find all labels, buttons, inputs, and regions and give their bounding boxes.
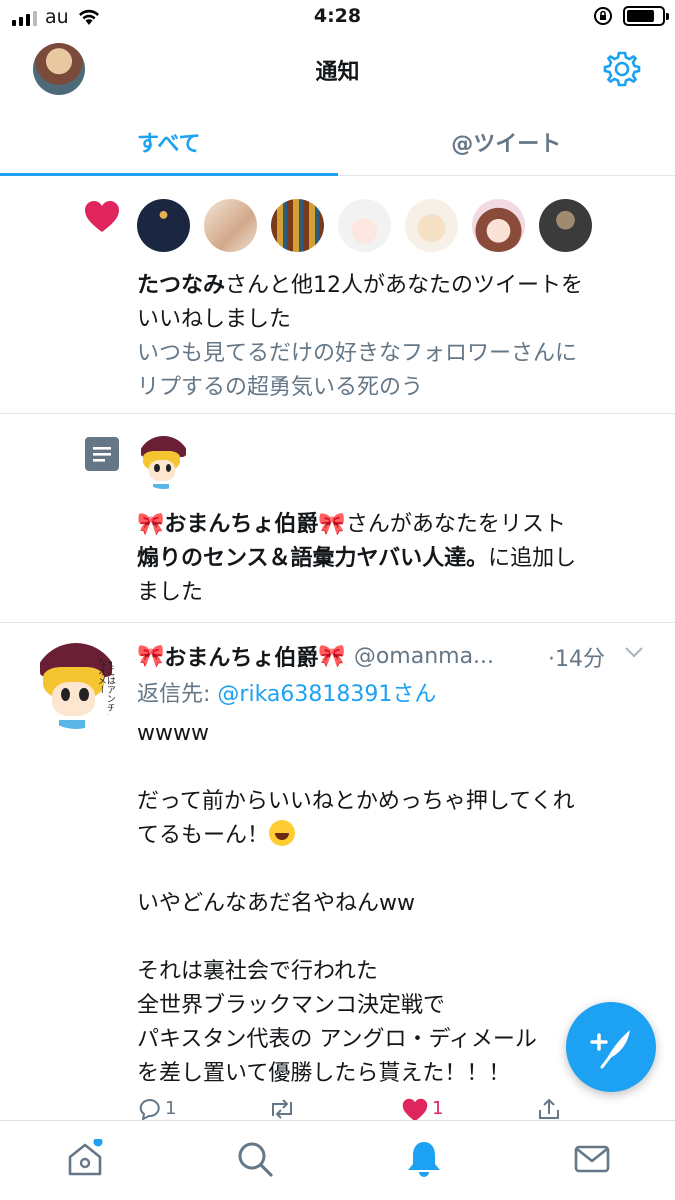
- clock: 4:28: [313, 5, 362, 27]
- tweet-timestamp: ·14分: [548, 647, 605, 672]
- retweet-icon: [272, 1099, 292, 1119]
- home-icon[interactable]: [65, 1139, 105, 1179]
- bottom-tab-bar: [0, 1120, 675, 1200]
- display-name: おまんちょ伯爵: [164, 646, 319, 671]
- avatar[interactable]: [271, 199, 324, 252]
- compose-tweet-button[interactable]: [566, 1002, 656, 1092]
- like-button[interactable]: 1: [402, 1098, 537, 1120]
- compose-icon: [590, 1030, 630, 1069]
- tweet-author[interactable]: 🎀 おまんちょ伯爵 🎀 @omanma...: [137, 640, 494, 672]
- search-icon[interactable]: [235, 1139, 275, 1179]
- battery-icon: [623, 6, 669, 26]
- page-title: 通知: [315, 60, 360, 85]
- liked-tweet-preview: いつも見てるだけの好きなフォロワーさんに: [137, 341, 578, 366]
- list-name[interactable]: 煽りのセンス＆語彙力ヤバい人達。: [137, 546, 488, 571]
- avatar[interactable]: [137, 199, 190, 252]
- list-icon: [85, 437, 119, 471]
- status-bar: au 4:28: [0, 0, 675, 36]
- like-notification[interactable]: たつなみさんと他12人があなたのツイートを いいねしました いつも見てるだけの好…: [0, 177, 675, 414]
- bell-icon[interactable]: [404, 1139, 444, 1179]
- avatar[interactable]: [472, 199, 525, 252]
- tab-bar: すべて @ツイート: [0, 106, 675, 176]
- list-notification[interactable]: 🎀おまんちょ伯爵🎀さんがあなたをリスト 煽りのセンス＆語彙力ヤバい人達。に追加し…: [0, 414, 675, 623]
- tweet-author-avatar[interactable]: そこはアンチだなオメー: [33, 643, 119, 729]
- handle: @omanma...: [353, 643, 495, 669]
- share-button[interactable]: [537, 1098, 561, 1120]
- header: 通知: [0, 36, 675, 106]
- avatar[interactable]: [405, 199, 458, 252]
- rotation-lock-icon: [594, 7, 612, 25]
- avatar[interactable]: [137, 436, 190, 489]
- share-icon: [539, 1098, 559, 1119]
- gear-icon[interactable]: [603, 50, 641, 88]
- reply-context: 返信先: @rika63818391さん: [137, 682, 437, 707]
- avatar[interactable]: [539, 199, 592, 252]
- reply-icon: [139, 1099, 160, 1120]
- tab-all[interactable]: すべて: [0, 106, 338, 176]
- reply-button[interactable]: 1: [137, 1098, 267, 1120]
- avatar[interactable]: [338, 199, 391, 252]
- actor-name[interactable]: たつなみ: [137, 273, 225, 298]
- retweet-button[interactable]: [267, 1098, 402, 1120]
- reply-to-link[interactable]: @rika63818391さん: [217, 682, 436, 707]
- tweet-actions: 1 1: [137, 1098, 637, 1120]
- tab-mentions[interactable]: @ツイート: [338, 106, 675, 175]
- avatar[interactable]: [204, 199, 257, 252]
- heart-icon: [402, 1098, 428, 1120]
- chevron-down-icon[interactable]: [624, 646, 644, 658]
- heart-icon: [85, 201, 119, 232]
- actor-name[interactable]: おまんちょ伯爵: [164, 512, 318, 537]
- tears-of-joy-emoji-icon: [269, 820, 296, 846]
- liker-avatars: [137, 199, 592, 252]
- mail-icon[interactable]: [572, 1139, 612, 1179]
